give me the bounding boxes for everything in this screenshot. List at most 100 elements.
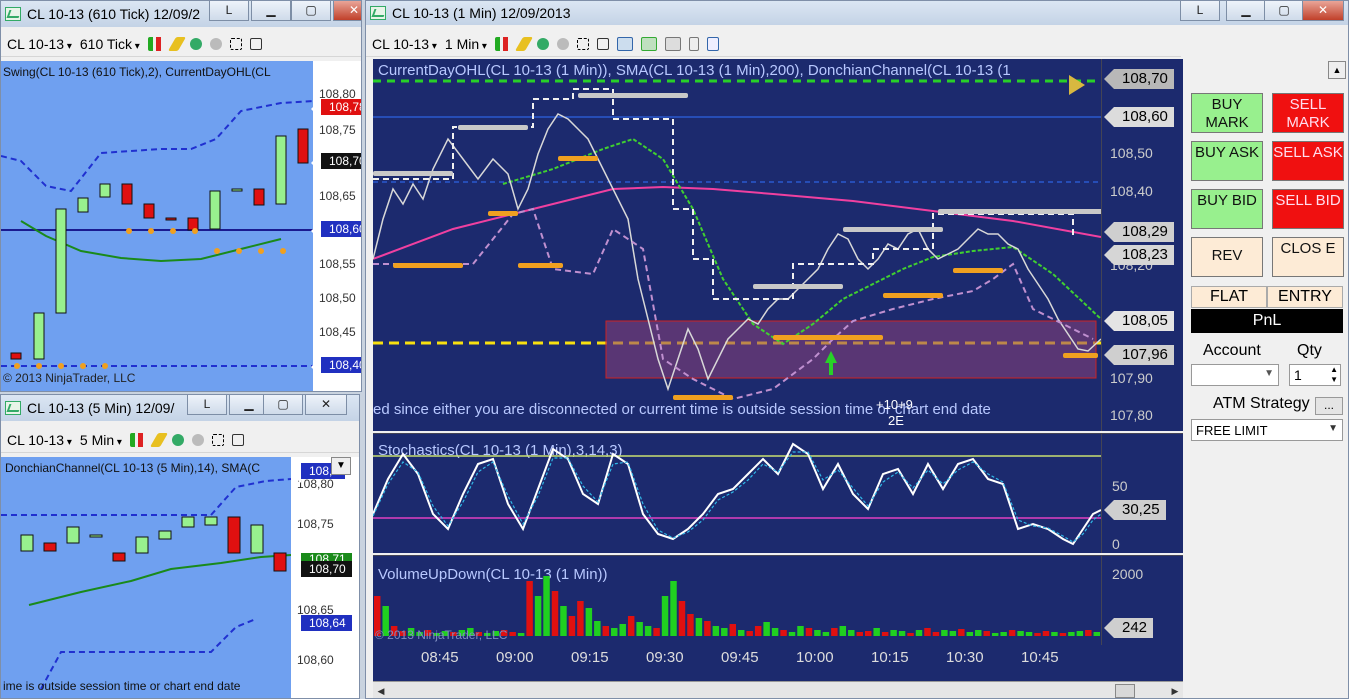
sell-ask-button[interactable]: SELL ASK xyxy=(1272,141,1344,181)
buy-mark-button[interactable]: BUY MARK xyxy=(1191,93,1263,133)
panel-scroll-up[interactable]: ▲ xyxy=(1328,61,1346,79)
sell-bid-button[interactable]: SELL BID xyxy=(1272,189,1344,229)
volume-panel[interactable]: VolumeUpDown(CL 10-13 (1 Min)) © 2013 Ni… xyxy=(373,555,1101,645)
minimize-button[interactable]: ▁ xyxy=(251,1,291,21)
interval-select[interactable]: 1 Min xyxy=(445,36,487,52)
chart-plot-610[interactable]: Swing(CL 10-13 (610 Tick),2), CurrentDay… xyxy=(1,61,313,391)
x-tick: 08:45 xyxy=(421,649,459,666)
y-tick: 108,45 xyxy=(319,325,356,339)
qty-stepper[interactable]: 1 ▲ ▼ xyxy=(1289,364,1341,386)
price-marker: 108,70 xyxy=(1104,69,1174,89)
scroll-left-button[interactable]: ◀ xyxy=(373,682,389,698)
instrument-select[interactable]: CL 10-13 xyxy=(7,36,72,52)
strategy-icon[interactable] xyxy=(209,37,222,50)
dollar-icon[interactable] xyxy=(688,36,699,51)
data-box-icon[interactable] xyxy=(640,36,657,51)
draw-pencil-icon[interactable] xyxy=(514,36,533,51)
scroll-down-button[interactable]: ▼ xyxy=(331,457,351,475)
atm-strategy-select[interactable]: FREE LIMIT ▼ xyxy=(1191,419,1343,441)
stoch-axis: 50 0 30,25 xyxy=(1101,433,1183,553)
session-message: ime is outside session time or chart end… xyxy=(3,679,241,693)
maximize-button[interactable]: ▢ xyxy=(1264,1,1304,21)
account-select[interactable]: ▼ xyxy=(1191,364,1279,386)
zoom-icon[interactable] xyxy=(231,433,244,446)
horizontal-scrollbar[interactable]: ◀ ▶ xyxy=(373,681,1183,698)
close-button[interactable]: ✕ xyxy=(1302,1,1344,21)
price-svg-610 xyxy=(1,100,313,369)
volume-bar xyxy=(1017,631,1024,636)
interval-select[interactable]: 610 Tick xyxy=(80,36,140,52)
volume-bar xyxy=(577,601,584,636)
chart-trader-icon[interactable] xyxy=(616,36,633,51)
zoom-icon[interactable] xyxy=(596,37,609,50)
maximize-button[interactable]: ▢ xyxy=(291,1,331,21)
y-tick: 108,50 xyxy=(1110,145,1153,161)
price-axis-610: 108,80 108,75 108,65 108,55 108,50 108,4… xyxy=(311,61,361,391)
volume-bar xyxy=(932,632,940,636)
indicator-icon[interactable] xyxy=(189,37,202,50)
volume-bar xyxy=(678,601,686,636)
bar-type-icon[interactable] xyxy=(147,36,164,51)
scroll-thumb[interactable] xyxy=(1115,684,1135,698)
volume-bar xyxy=(712,626,720,636)
draw-pencil-icon[interactable] xyxy=(149,432,168,447)
atm-more-button[interactable]: ... xyxy=(1315,397,1343,415)
crosshair-icon[interactable] xyxy=(229,37,242,50)
y-tick: 108,50 xyxy=(319,291,356,305)
price-marker-text: 108,60 xyxy=(1122,108,1168,125)
strategy-icon[interactable] xyxy=(556,37,569,50)
pnl-display: PnL xyxy=(1191,309,1343,333)
properties-icon[interactable] xyxy=(706,36,719,51)
buy-bid-button[interactable]: BUY BID xyxy=(1191,189,1263,229)
chart-trader-panel: ▲ BUY MARK SELL MARK BUY ASK SELL ASK BU… xyxy=(1183,59,1348,698)
sell-mark-button[interactable]: SELL MARK xyxy=(1272,93,1344,133)
volume-bar xyxy=(721,628,728,636)
reverse-button[interactable]: REV xyxy=(1191,237,1263,277)
stochastics-panel[interactable]: Stochastics(CL 10-13 (1 Min),3,14,3) xyxy=(373,433,1101,553)
link-button[interactable]: L xyxy=(209,1,249,21)
draw-pencil-icon[interactable] xyxy=(167,36,186,51)
price-marker: 108,23 xyxy=(1104,245,1174,265)
price-panel[interactable]: CurrentDayOHL(CL 10-13 (1 Min)), SMA(CL … xyxy=(373,59,1101,431)
volume-bar xyxy=(1008,630,1016,636)
volume-bar xyxy=(670,581,677,636)
chart-window-1-min: CL 10-13 (1 Min) 12/09/2013 L ▁ ▢ ✕ CL 1… xyxy=(365,0,1349,699)
volume-bar xyxy=(915,630,923,636)
minimize-button[interactable]: ▁ xyxy=(1226,1,1266,21)
link-button[interactable]: L xyxy=(187,395,227,415)
snapshot-icon[interactable] xyxy=(664,36,681,51)
chart-plot-5min[interactable]: DonchianChannel(CL 10-13 (5 Min),14), SM… xyxy=(1,457,291,698)
indicator-icon[interactable] xyxy=(171,433,184,446)
time-axis: 08:45 09:00 09:15 09:30 09:45 10:00 10:1… xyxy=(373,645,1183,681)
instrument-select[interactable]: CL 10-13 xyxy=(372,36,437,52)
interval-select[interactable]: 5 Min xyxy=(80,432,122,448)
qty-down-icon[interactable]: ▼ xyxy=(1330,375,1338,384)
close-button[interactable]: ✕ xyxy=(305,395,347,415)
volume-bar xyxy=(704,621,711,636)
scroll-right-button[interactable]: ▶ xyxy=(1167,682,1183,698)
volume-bar xyxy=(797,626,804,636)
maximize-button[interactable]: ▢ xyxy=(263,395,303,415)
y-tick: 2000 xyxy=(1112,566,1144,582)
buy-ask-button[interactable]: BUY ASK xyxy=(1191,141,1263,181)
volume-bar xyxy=(1085,630,1092,636)
close-position-button[interactable]: CLOS E xyxy=(1272,237,1344,277)
qty-up-icon[interactable]: ▲ xyxy=(1330,365,1338,374)
bar-type-icon[interactable] xyxy=(494,36,511,51)
volume-bar xyxy=(738,630,745,636)
price-marker: 108,29 xyxy=(1104,222,1174,242)
volume-bar xyxy=(602,626,610,636)
crosshair-icon[interactable] xyxy=(576,37,589,50)
link-button[interactable]: L xyxy=(1180,1,1220,21)
zoom-icon[interactable] xyxy=(249,37,262,50)
stoch-value-marker: 30,25 xyxy=(1104,500,1166,520)
volume-bar xyxy=(805,628,813,636)
indicator-icon[interactable] xyxy=(536,37,549,50)
bar-type-icon[interactable] xyxy=(129,432,146,447)
crosshair-icon[interactable] xyxy=(211,433,224,446)
volume-bar xyxy=(924,628,931,636)
strategy-icon[interactable] xyxy=(191,433,204,446)
instrument-select[interactable]: CL 10-13 xyxy=(7,432,72,448)
close-button[interactable]: ✕ xyxy=(333,1,361,21)
x-tick: 09:45 xyxy=(721,649,759,666)
